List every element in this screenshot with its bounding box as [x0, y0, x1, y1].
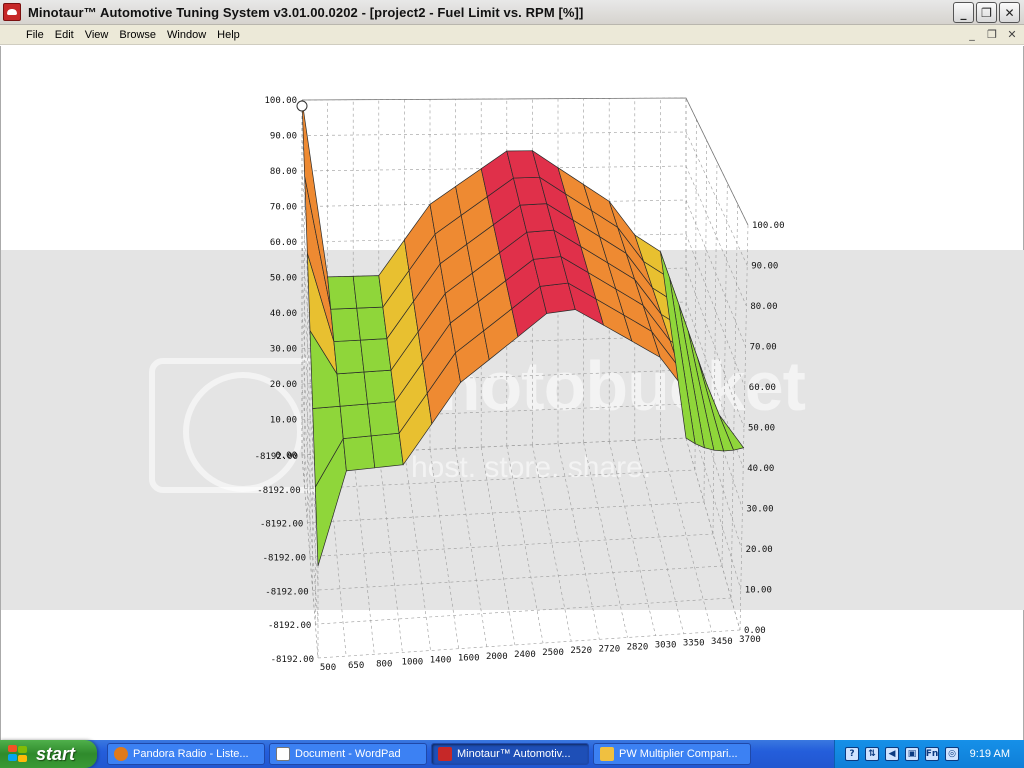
- grid-line: [730, 203, 738, 599]
- z-tick-label-right: 10.00: [745, 586, 772, 596]
- x-tick-label: 2820: [627, 642, 649, 652]
- z-tick-label-right: 30.00: [746, 505, 773, 515]
- surface-cell: [339, 403, 372, 439]
- x-tick-label: 1400: [430, 656, 452, 666]
- volume-icon[interactable]: ◎: [945, 747, 959, 761]
- surface-cell: [342, 435, 376, 472]
- minotaur-icon: [438, 747, 452, 761]
- y-tick-label: -8192.00: [260, 520, 303, 530]
- expand-tray-icon[interactable]: ◀: [885, 747, 899, 761]
- surface-cell: [330, 307, 361, 342]
- task-wordpad[interactable]: Document - WordPad: [269, 743, 427, 765]
- grid-line: [506, 445, 544, 644]
- system-tray: ? ⇅ ◀ ▣ Fn ◎ 9:19 AM: [834, 740, 1024, 768]
- task-label: Document - WordPad: [295, 748, 401, 760]
- grid-line: [557, 443, 600, 640]
- folder-icon: [600, 747, 614, 761]
- grid-line: [608, 441, 656, 636]
- task-label: Minotaur™ Automotiv...: [457, 748, 571, 760]
- help-icon[interactable]: ?: [845, 747, 859, 761]
- task-pandora[interactable]: Pandora Radio - Liste...: [107, 743, 265, 765]
- grid-line: [660, 439, 713, 632]
- y-tick-label: -8192.00: [263, 554, 306, 564]
- z-tick-label-right: 20.00: [746, 545, 773, 555]
- z-tick-label-right: 50.00: [748, 424, 775, 434]
- task-label: PW Multiplier Compari...: [619, 748, 738, 760]
- task-minotaur[interactable]: Minotaur™ Automotiv...: [431, 743, 589, 765]
- clock: 9:19 AM: [969, 748, 1010, 760]
- grid-line: [404, 450, 431, 651]
- z-tick-label-right: 80.00: [750, 302, 777, 312]
- z-tick-label-right: 60.00: [749, 383, 776, 393]
- x-tick-label: 2520: [570, 646, 592, 656]
- taskbar: start Pandora Radio - Liste... Document …: [0, 740, 1024, 768]
- x-tick-label: 3450: [711, 637, 733, 647]
- z-tick-label-right: 100.00: [752, 221, 785, 231]
- x-tick-label: 3350: [683, 639, 705, 649]
- network-icon[interactable]: ⇅: [865, 747, 879, 761]
- y-tick-label: -8192.00: [271, 655, 314, 665]
- grid-line: [304, 469, 696, 490]
- start-label: start: [36, 743, 76, 764]
- grid-line: [352, 452, 375, 655]
- z-tick-label-left: 80.00: [270, 167, 297, 177]
- task-list: Pandora Radio - Liste... Document - Word…: [107, 743, 751, 765]
- grid-line: [301, 131, 687, 136]
- x-tick-label: 2400: [514, 650, 536, 660]
- grid-line: [307, 501, 705, 523]
- z-tick-label-left: 10.00: [270, 416, 297, 426]
- z-tick-label-left: 30.00: [270, 345, 297, 355]
- z-tick-label-left: 40.00: [270, 309, 297, 319]
- z-tick-label-left: 90.00: [270, 132, 297, 142]
- y-tick-label: -8192.00: [265, 587, 308, 597]
- grid-line: [315, 597, 732, 625]
- task-pw-multiplier[interactable]: PW Multiplier Compari...: [593, 743, 751, 765]
- z-tick-label-right: 90.00: [751, 262, 778, 272]
- grid-line: [721, 182, 728, 567]
- x-tick-label: 800: [376, 659, 392, 669]
- y-tick-label: -8192.00: [257, 486, 300, 496]
- task-label: Pandora Radio - Liste...: [133, 748, 249, 760]
- surface-plot[interactable]: 0.0010.0020.0030.0040.0050.0060.0070.008…: [0, 0, 1024, 768]
- x-tick-label: 3030: [655, 641, 677, 651]
- surface-cell: [333, 339, 365, 375]
- z-tick-label-left: 20.00: [270, 380, 297, 390]
- grid-line: [312, 565, 723, 591]
- surface-cell: [370, 432, 404, 469]
- windows-logo-icon: [8, 745, 30, 763]
- corner-handle[interactable]: [296, 100, 308, 112]
- surface-cell: [327, 275, 358, 310]
- surface-cell: [363, 369, 396, 405]
- x-tick-label: 1600: [458, 654, 480, 664]
- surface-cell: [336, 371, 368, 407]
- fn-key-icon[interactable]: Fn: [925, 747, 939, 761]
- z-tick-label-left: 100.00: [264, 96, 297, 106]
- firefox-icon: [114, 747, 128, 761]
- z-tick-label-left: 50.00: [270, 274, 297, 284]
- x-tick-label: 1000: [402, 657, 424, 667]
- surface-cell: [360, 338, 392, 373]
- x-tick-label: 3700: [739, 635, 761, 645]
- grid-line: [455, 448, 488, 647]
- y-tick-label: -8192.00: [255, 452, 298, 462]
- surface-cell: [367, 401, 400, 437]
- start-button[interactable]: start: [0, 740, 97, 768]
- x-tick-label: 2000: [486, 652, 508, 662]
- x-tick-label: 2500: [542, 648, 564, 658]
- z-tick-label-left: 60.00: [270, 238, 297, 248]
- z-tick-label-left: 70.00: [270, 203, 297, 213]
- z-tick-label-right: 40.00: [747, 464, 774, 474]
- z-tick-label-right: 70.00: [750, 343, 777, 353]
- grid-line: [685, 131, 748, 266]
- wordpad-icon: [276, 747, 290, 761]
- grid-line: [309, 533, 714, 557]
- display-icon[interactable]: ▣: [905, 747, 919, 761]
- x-tick-label: 2720: [598, 644, 620, 654]
- surface-cell: [356, 306, 388, 341]
- x-tick-label: 500: [320, 663, 336, 673]
- x-tick-label: 650: [348, 661, 364, 671]
- y-tick-label: -8192.00: [268, 621, 311, 631]
- surface-cell: [352, 275, 384, 309]
